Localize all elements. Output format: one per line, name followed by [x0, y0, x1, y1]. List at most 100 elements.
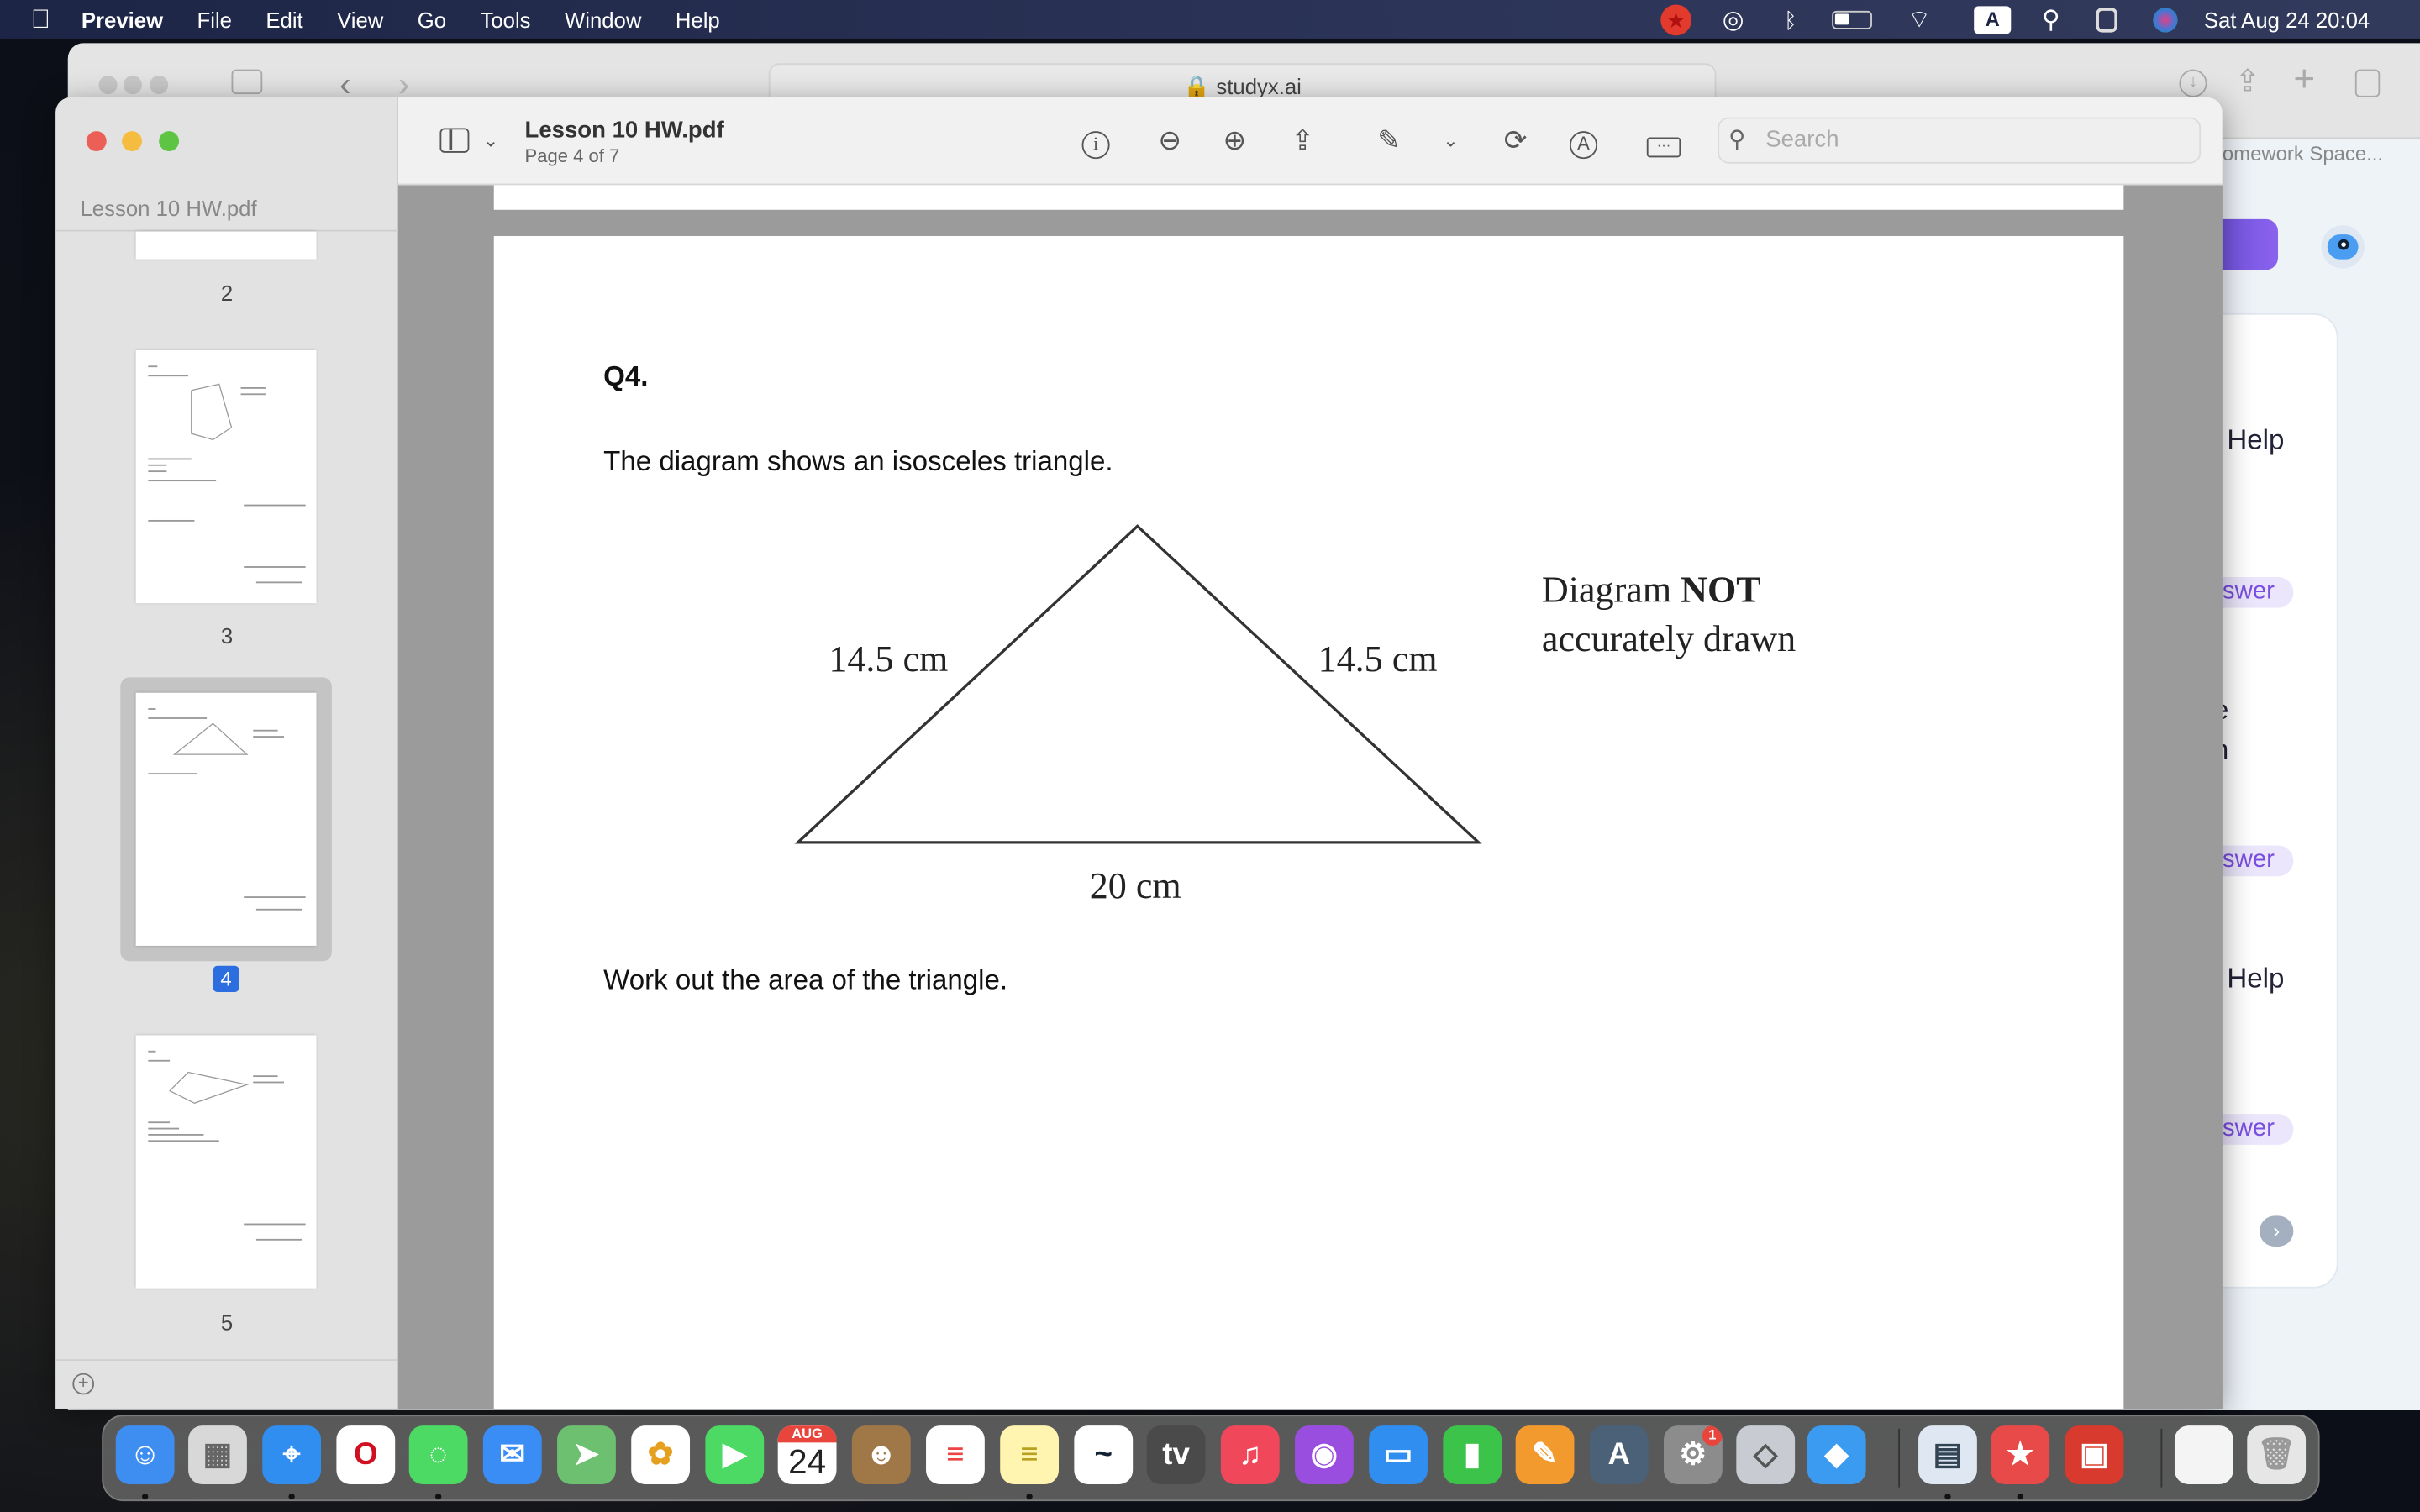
isosceles-triangle: [794, 524, 1482, 844]
menu-file[interactable]: File: [197, 7, 232, 31]
note-text: Diagram: [1541, 570, 1681, 612]
thumbnail-page-2[interactable]: [135, 231, 317, 260]
highlight-chevron-down-icon[interactable]: ⌄: [1432, 122, 1469, 159]
settings-badge: 1: [1702, 1425, 1723, 1446]
zoom-button[interactable]: [159, 131, 179, 152]
thumbnail-page-5[interactable]: [135, 1035, 317, 1289]
mascot-avatar[interactable]: [2321, 225, 2365, 269]
menu-go[interactable]: Go: [418, 7, 446, 31]
dock-podcasts-icon[interactable]: ◉: [1295, 1425, 1354, 1484]
dock-pages-icon[interactable]: ✎: [1515, 1425, 1575, 1484]
dock-system-settings-icon[interactable]: ⚙ 1: [1664, 1425, 1723, 1484]
thumbnail-page-4[interactable]: [135, 692, 317, 946]
sign-icon[interactable]: ···: [1645, 122, 1682, 159]
dock-keynote-icon[interactable]: ▭: [1369, 1425, 1428, 1484]
dock-app-store-icon[interactable]: A: [1589, 1425, 1649, 1484]
menu-edit[interactable]: Edit: [266, 7, 302, 31]
close-button[interactable]: [86, 131, 107, 152]
note-line-2: accurately drawn: [1541, 620, 1797, 661]
minimize-button[interactable]: [122, 131, 143, 152]
menu-app-preview[interactable]: Preview: [82, 7, 163, 31]
sidebar-title: Lesson 10 HW.pdf: [80, 196, 257, 221]
siri-icon[interactable]: [2153, 0, 2178, 39]
running-indicator: [1944, 1493, 1951, 1500]
apple-icon[interactable]: : [31, 4, 50, 35]
spotlight-icon[interactable]: ⚲: [2042, 0, 2060, 39]
dock-roblox-studio-icon[interactable]: ◆: [1807, 1425, 1866, 1484]
search-icon: ⚲: [1728, 126, 1746, 153]
star-status-icon[interactable]: ★: [1660, 0, 1692, 39]
dock-finder-icon[interactable]: ☺: [115, 1425, 175, 1484]
right-side-label: 14.5 cm: [1318, 640, 1438, 681]
document-title: Lesson 10 HW.pdf: [524, 117, 724, 144]
previous-page-edge: [493, 185, 2124, 210]
page-number-5: 5: [220, 1310, 234, 1335]
bluetooth-icon[interactable]: ᛒ: [1784, 0, 1797, 39]
new-tab-icon[interactable]: +: [2293, 59, 2315, 102]
dock-documents-icon[interactable]: [2174, 1425, 2233, 1484]
zoom-in-icon[interactable]: ⊕: [1216, 122, 1253, 159]
menu-view[interactable]: View: [337, 7, 383, 31]
share-icon[interactable]: ⇪: [1284, 122, 1321, 159]
dock-notes-icon[interactable]: ≡: [1000, 1425, 1060, 1484]
preview-window: Lesson 10 HW.pdf 2 3 4 5 + ⌄ Lesson 10 H…: [55, 97, 2223, 1409]
markup-icon[interactable]: A: [1565, 122, 1602, 160]
dock-roblox-icon[interactable]: ◇: [1736, 1425, 1796, 1484]
menu-clock[interactable]: Sat Aug 24 20:04: [2204, 0, 2370, 39]
dock-music-icon[interactable]: ♫: [1220, 1425, 1280, 1484]
calendar-day: 24: [788, 1442, 827, 1482]
downloads-icon[interactable]: ↓: [2179, 69, 2207, 97]
dock-launchpad-icon[interactable]: ▦: [188, 1425, 247, 1484]
dock-trash-icon[interactable]: 🗑: [2247, 1425, 2307, 1484]
menu-window[interactable]: Window: [565, 7, 641, 31]
dock-contacts-icon[interactable]: ☻: [851, 1425, 911, 1484]
thumbnail-page-3[interactable]: [135, 349, 317, 604]
dock-mail-icon[interactable]: ✉: [482, 1425, 542, 1484]
safari-sidebar-icon[interactable]: [231, 69, 263, 95]
menu-help[interactable]: Help: [676, 7, 720, 31]
highlight-pen-icon[interactable]: ✎: [1370, 122, 1407, 159]
dock-messages-icon[interactable]: ◌: [408, 1425, 468, 1484]
search-input[interactable]: ⚲ Search: [1718, 117, 2202, 164]
safari-tab-title[interactable]: omework Space...: [2223, 142, 2383, 165]
dock-freeform-icon[interactable]: ~: [1074, 1425, 1134, 1484]
dock-apple-tv-icon[interactable]: tv: [1146, 1425, 1206, 1484]
running-indicator: [2017, 1493, 2023, 1500]
rotate-icon[interactable]: ⟳: [1497, 122, 1534, 159]
left-side-label: 14.5 cm: [829, 640, 949, 681]
dock-preview-icon[interactable]: ▤: [1918, 1425, 1977, 1484]
search-placeholder: Search: [1765, 126, 1839, 153]
dock-star-app-icon[interactable]: ★: [1991, 1425, 2050, 1484]
note-bold: NOT: [1681, 570, 1761, 612]
not-accurately-drawn-note: Diagram NOT accurately drawn: [1542, 566, 1796, 665]
dock-safari-icon[interactable]: ⌖: [262, 1425, 322, 1484]
running-indicator: [434, 1493, 442, 1500]
task-text: Work out the area of the triangle.: [603, 963, 1008, 995]
zoom-out-icon[interactable]: ⊖: [1151, 122, 1188, 159]
info-icon[interactable]: i: [1077, 122, 1114, 160]
safari-share-icon[interactable]: ⇪: [2235, 61, 2261, 100]
page-number-4: 4: [213, 965, 239, 993]
wifi-icon[interactable]: ⌔: [1907, 0, 1931, 39]
sidebar-chevron-down-icon[interactable]: ⌄: [472, 122, 509, 159]
dock-opera-icon[interactable]: O: [336, 1425, 396, 1484]
input-source-icon[interactable]: A: [1974, 0, 2012, 39]
add-page-icon[interactable]: +: [72, 1373, 95, 1395]
dock-photos-icon[interactable]: ✿: [631, 1425, 691, 1484]
running-indicator: [1026, 1493, 1033, 1500]
dock-maps-icon[interactable]: ➤: [557, 1425, 616, 1484]
control-center-icon[interactable]: [2096, 0, 2118, 39]
next-arrow-icon[interactable]: ›: [2259, 1215, 2294, 1247]
battery-icon[interactable]: [1832, 0, 1872, 39]
sidebar-toggle-icon[interactable]: [439, 128, 470, 153]
dock-reminders-icon[interactable]: ≡: [926, 1425, 985, 1484]
base-label: 20 cm: [1089, 867, 1181, 908]
dock-photo-booth-icon[interactable]: ▣: [2065, 1425, 2124, 1484]
dock-facetime-icon[interactable]: ▶: [705, 1425, 765, 1484]
airdrop-icon[interactable]: ◎: [1723, 0, 1744, 39]
page-number-3: 3: [220, 623, 234, 648]
menu-tools[interactable]: Tools: [481, 7, 531, 31]
tab-overview-icon[interactable]: [2354, 69, 2381, 97]
dock-numbers-icon[interactable]: ▮: [1443, 1425, 1502, 1484]
dock-calendar-icon[interactable]: AUG 24: [777, 1425, 837, 1484]
